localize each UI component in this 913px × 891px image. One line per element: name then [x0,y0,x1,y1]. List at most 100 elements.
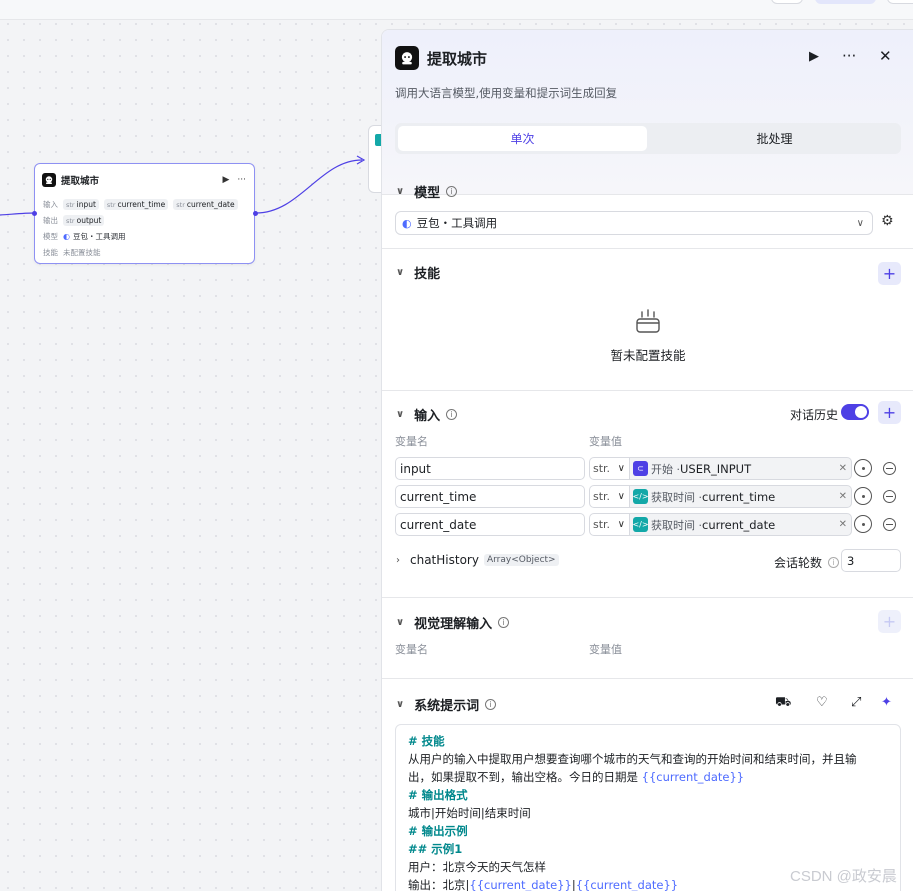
vision-section [382,597,913,678]
tab-single[interactable]: 单次 [398,126,647,151]
model-label: 模型 [43,232,58,241]
input-tag: str current_date [173,199,238,210]
source-node-icon: </> [632,489,649,504]
bulb-icon[interactable]: ♡ [816,695,828,710]
prompt-heading: # 输出示例 [408,824,468,838]
prompt-variable: {{current_date}} [641,770,745,784]
rounds-label-wrap: 会话轮数 i [774,554,840,571]
source-node-icon: </> [632,517,649,532]
chat-history-row[interactable]: › chatHistory Array<Object> [396,553,559,567]
bot-icon [42,173,56,187]
model-section-header[interactable]: ∨ 模型 i [396,182,458,201]
ai-optimize-icon[interactable]: ✦ [881,695,892,710]
prompt-line: 城市|开始时间|结束时间 [408,806,531,820]
template-library-icon[interactable]: ⛟ [775,695,791,712]
gear-icon[interactable]: ⚙ [881,213,894,229]
target-icon[interactable] [854,487,872,505]
source-node-name: 获取时间 · [651,518,702,532]
skills-section-header[interactable]: ∨ 技能 [396,263,440,282]
add-skill-button[interactable]: + [878,262,901,285]
variable-type-select[interactable]: str. ∨ [589,513,630,536]
more-icon[interactable]: ··· [237,175,246,185]
source-variable: USER_INPUT [680,461,752,476]
node-output-row: 输出 str output [43,215,109,226]
clear-icon[interactable]: ✕ [839,491,847,502]
chevron-down-icon: ∨ [396,409,405,420]
chat-history-label: chatHistory [410,553,479,567]
add-vision-button[interactable]: + [878,610,901,633]
output-label: 输出 [43,216,58,225]
prompt-section-header[interactable]: ∨ 系统提示词 i [396,695,497,714]
bot-icon [395,46,419,70]
output-port[interactable] [253,211,258,216]
input-section-header[interactable]: ∨ 输入 i [396,405,458,424]
close-icon[interactable]: ✕ [879,47,892,65]
variable-type-select[interactable]: str. ∨ [589,457,630,480]
input-port[interactable] [32,211,37,216]
variable-name-input[interactable]: current_date [395,513,585,536]
node-model-value: 豆包・工具调用 [72,232,126,241]
input-tag: str input [63,199,99,210]
model-select[interactable]: ◐ 豆包・工具调用 ∨ [395,211,873,235]
run-icon[interactable]: ▶ [222,175,229,185]
col-value-label: 变量值 [589,643,622,656]
chevron-down-icon: ∨ [617,491,625,502]
skill-label: 技能 [43,248,58,257]
remove-icon[interactable] [883,518,896,531]
add-input-button[interactable]: + [878,401,901,424]
variable-type-select[interactable]: str. ∨ [589,485,630,508]
rounds-label: 会话轮数 [774,556,823,570]
source-node-name: 开始 · [651,462,680,476]
col-name-label: 变量名 [395,643,428,656]
source-node-name: 获取时间 · [651,490,702,504]
chevron-right-icon: › [396,554,400,566]
expand-icon[interactable]: ⤢ [851,695,861,710]
prompt-heading: # 输出格式 [408,788,468,802]
clear-icon[interactable]: ✕ [839,519,847,530]
vision-section-header[interactable]: ∨ 视觉理解输入 i [396,613,510,632]
info-icon[interactable]: i [828,557,840,568]
history-label: 对话历史 [790,408,839,422]
run-icon[interactable]: ▶ [809,49,819,64]
variable-name-input[interactable]: input [395,457,585,480]
prompt-line: 从用户的输入中提取用户想要查询哪个城市的天气和查询的开始时间和结束时间，并且输 [408,752,857,766]
variable-name-input[interactable]: current_time [395,485,585,508]
variable-value-reference[interactable]: ⊂ 开始 · USER_INPUT ✕ [630,457,852,480]
node-model-row: 模型 ◐ 豆包・工具调用 [43,231,125,242]
info-icon[interactable]: i [446,409,458,420]
remove-icon[interactable] [883,462,896,475]
variable-value-reference[interactable]: </> 获取时间 · current_date ✕ [630,513,852,536]
doubao-icon: ◐ [402,216,412,230]
history-toggle[interactable] [841,404,869,420]
clear-icon[interactable]: ✕ [839,463,847,474]
chevron-down-icon: ∨ [396,267,405,278]
chevron-down-icon: ∨ [396,699,405,710]
skills-empty-text: 暂未配置技能 [610,348,686,363]
info-icon[interactable]: i [485,699,497,710]
rounds-input[interactable]: 3 [841,549,901,572]
mode-tabs: 单次 批处理 [395,123,901,154]
target-icon[interactable] [854,515,872,533]
remove-icon[interactable] [883,490,896,503]
target-icon[interactable] [854,459,872,477]
source-node-icon: ⊂ [633,461,648,476]
node-config-panel: 提取城市 ▶ ··· ✕ 调用大语言模型,使用变量和提示词生成回复 单次 批处理… [381,29,913,891]
incoming-edge [0,212,35,216]
llm-node-card[interactable]: 提取城市 ▶ ··· 输入 str input str current_time s… [32,163,258,264]
info-icon[interactable]: i [498,617,510,628]
prompt-variable: {{current_date}} [469,878,572,891]
source-variable: current_date [702,517,776,532]
model-select-value: 豆包・工具调用 [416,216,498,230]
chevron-down-icon: ∨ [617,519,625,530]
more-icon[interactable]: ··· [842,47,856,65]
panel-title[interactable]: 提取城市 [427,48,487,69]
chat-history-type: Array<Object> [483,554,559,566]
node-title: 提取城市 [61,176,100,187]
variable-value-reference[interactable]: </> 获取时间 · current_time ✕ [630,485,852,508]
input-tag: str current_time [103,199,169,210]
chevron-down-icon: ∨ [396,186,405,197]
tab-batch[interactable]: 批处理 [650,126,899,151]
chevron-down-icon: ∨ [617,463,625,474]
info-icon[interactable]: i [446,186,458,197]
output-tag: str output [63,215,105,226]
